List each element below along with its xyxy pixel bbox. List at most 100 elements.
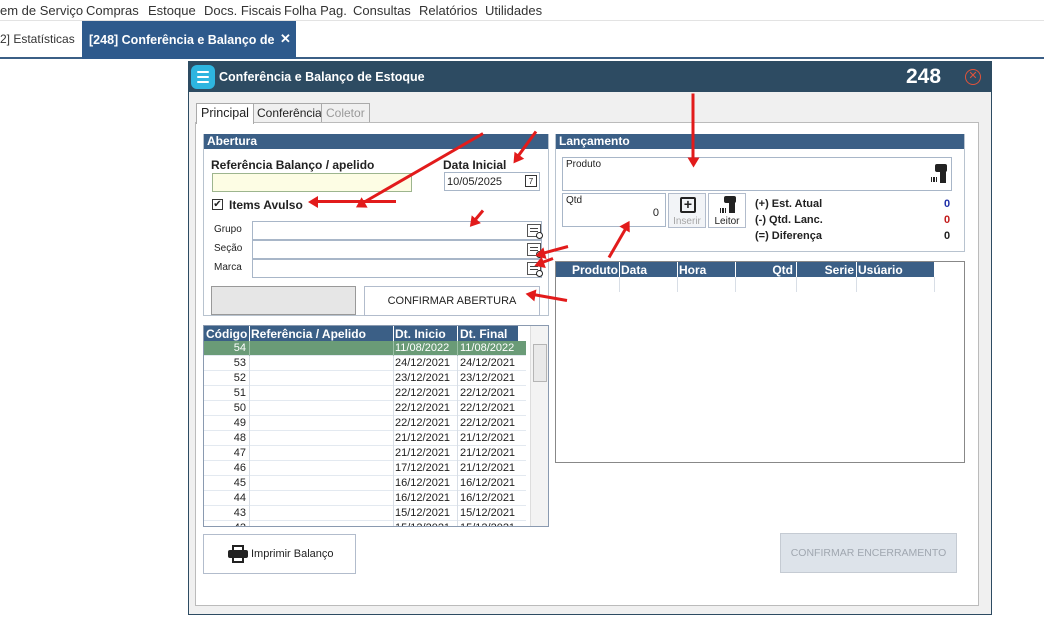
balances-table-header: Código Referência / Apelido Dt. Inicio D… [204, 326, 518, 341]
tab-conferencia[interactable]: Conferência [252, 103, 327, 123]
produto-input[interactable]: Produto [562, 157, 952, 191]
secao-input[interactable] [252, 240, 542, 259]
app-logo-icon [191, 65, 215, 89]
annotation-arrow [312, 200, 396, 203]
table-cell: 22/12/2021 [460, 417, 516, 429]
col-referencia: Referência / Apelido [251, 327, 366, 341]
qtd-label: Qtd [566, 195, 583, 206]
table-cell: 15/12/2021 [395, 522, 457, 526]
produto-label: Produto [566, 159, 602, 170]
tab-conferencia-label: [248] Conferência e Balanço de [89, 33, 275, 47]
table-cell: 47 [233, 447, 246, 459]
table-row[interactable]: 50 22/12/2021 22/12/2021 [204, 401, 526, 416]
tab-principal[interactable]: Principal [196, 103, 254, 124]
table-cell: 16/12/2021 [460, 477, 516, 489]
document-tab-bar: 2] Estatísticas [248] Conferência e Bala… [0, 21, 1044, 59]
main-menu-bar: em de Serviço Compras Estoque Docs. Fisc… [0, 0, 1044, 21]
table-cell: 15/12/2021 [460, 507, 516, 519]
est-atual-label: (+) Est. Atual [755, 198, 823, 210]
table-cell: 43 [233, 507, 246, 519]
table-cell: 24/12/2021 [460, 357, 516, 369]
table-row[interactable]: 51 22/12/2021 22/12/2021 [204, 386, 526, 401]
marca-label: Marca [214, 262, 242, 273]
table-cell: 16/12/2021 [395, 492, 451, 504]
insert-plus-icon: + [680, 197, 696, 213]
table-cell: 52 [233, 372, 246, 384]
menu-item-estoque[interactable]: Estoque [148, 3, 196, 18]
items-avulso-checkbox[interactable]: ✔ [212, 199, 223, 210]
menu-item-compras[interactable]: Compras [86, 3, 139, 18]
table-row[interactable]: 49 22/12/2021 22/12/2021 [204, 416, 526, 431]
table-row[interactable]: 43 15/12/2021 15/12/2021 [204, 506, 526, 521]
tab-close-icon[interactable]: ✕ [280, 31, 291, 47]
col-produto: Produto [572, 263, 618, 277]
diferenca-label: (=) Diferença [755, 230, 822, 242]
inserir-button[interactable]: + Inserir [668, 193, 706, 228]
qtd-value: 0 [652, 207, 659, 219]
barcode-scanner-icon[interactable] [931, 164, 949, 184]
window-title: Conferência e Balanço de Estoque [219, 70, 425, 84]
blank-button [211, 286, 356, 315]
table-row[interactable]: 53 24/12/2021 24/12/2021 [204, 356, 526, 371]
table-cell: 51 [233, 387, 246, 399]
table-row[interactable]: 47 21/12/2021 21/12/2021 [204, 446, 526, 461]
menu-item-folha-pag[interactable]: Folha Pag. [284, 3, 347, 18]
table-row[interactable]: 42 15/12/202115/12/2021 [204, 521, 526, 526]
table-row[interactable]: 45 16/12/2021 16/12/2021 [204, 476, 526, 491]
data-inicial-input[interactable]: 10/05/2025 7 [444, 172, 540, 191]
lancamento-header: Lançamento [556, 134, 964, 149]
marca-input[interactable] [252, 259, 542, 278]
table-row[interactable]: 46 17/12/2021 21/12/2021 [204, 461, 526, 476]
confirmar-abertura-button[interactable]: CONFIRMAR ABERTURA [364, 286, 540, 316]
table-cell: 11/08/2022 [395, 342, 450, 354]
imprimir-balanco-button[interactable]: Imprimir Balanço [203, 534, 356, 574]
window-number: 248 [906, 65, 942, 88]
table-cell: 22/12/2021 [395, 417, 451, 429]
calendar-icon[interactable]: 7 [525, 175, 537, 187]
tab-coletor: Coletor [321, 103, 370, 123]
table-cell: 53 [233, 357, 246, 369]
confirmar-encerramento-button: CONFIRMAR ENCERRAMENTO [780, 533, 957, 573]
scrollbar-thumb[interactable] [533, 344, 547, 382]
table-cell: 21/12/2021 [460, 432, 516, 444]
lancamentos-table[interactable]: Produto Data Hora Qtd Serie Usúario [555, 261, 965, 463]
balances-table[interactable]: Código Referência / Apelido Dt. Inicio D… [203, 325, 549, 527]
table-row[interactable]: 54 11/08/2022 11/08/2022 [204, 341, 526, 356]
col-dt-inicio: Dt. Inicio [395, 327, 446, 341]
menu-item-relatorios[interactable]: Relatórios [419, 3, 478, 18]
data-inicial-value: 10/05/2025 [447, 176, 503, 188]
conferencia-window: Conferência e Balanço de Estoque 248 ✕ P… [188, 61, 992, 615]
table-cell: 42 [206, 522, 246, 526]
table-cell: 23/12/2021 [395, 372, 451, 384]
table-cell: 54 [233, 342, 246, 354]
col-codigo: Código [206, 327, 248, 341]
table-row[interactable]: 52 23/12/2021 23/12/2021 [204, 371, 526, 386]
grupo-lookup-icon[interactable] [527, 224, 543, 239]
tab-conferencia-balanco[interactable]: [248] Conferência e Balanço de ✕ [82, 21, 296, 59]
table-cell: 16/12/2021 [395, 477, 451, 489]
imprimir-balanco-label: Imprimir Balanço [251, 548, 334, 560]
menu-item-docs-fiscais[interactable]: Docs. Fiscais [204, 3, 281, 18]
col-usuario: Usúario [858, 263, 903, 277]
col-hora: Hora [679, 263, 707, 277]
table-row[interactable]: 44 16/12/2021 16/12/2021 [204, 491, 526, 506]
menu-item-consultas[interactable]: Consultas [353, 3, 411, 18]
menu-item-ordem-servico[interactable]: em de Serviço [0, 3, 83, 18]
table-cell: 21/12/2021 [395, 432, 451, 444]
menu-item-utilidades[interactable]: Utilidades [485, 3, 542, 18]
table-cell: 21/12/2021 [460, 462, 516, 474]
data-inicial-label: Data Inicial [443, 158, 507, 172]
col-qtd: Qtd [772, 263, 793, 277]
qtd-input[interactable]: Qtd 0 [562, 193, 666, 227]
leitor-button[interactable]: Leitor [708, 193, 746, 228]
table-cell: 17/12/2021 [395, 462, 451, 474]
tab-estatisticas[interactable]: 2] Estatísticas [0, 32, 75, 46]
table-row[interactable]: 48 21/12/2021 21/12/2021 [204, 431, 526, 446]
close-icon[interactable]: ✕ [965, 69, 981, 85]
abertura-header: Abertura [204, 134, 548, 149]
grupo-input[interactable] [252, 221, 542, 240]
balances-scrollbar[interactable] [530, 326, 548, 526]
qtd-lanc-value: 0 [944, 214, 951, 226]
col-serie: Serie [824, 263, 854, 277]
printer-icon [228, 545, 248, 563]
